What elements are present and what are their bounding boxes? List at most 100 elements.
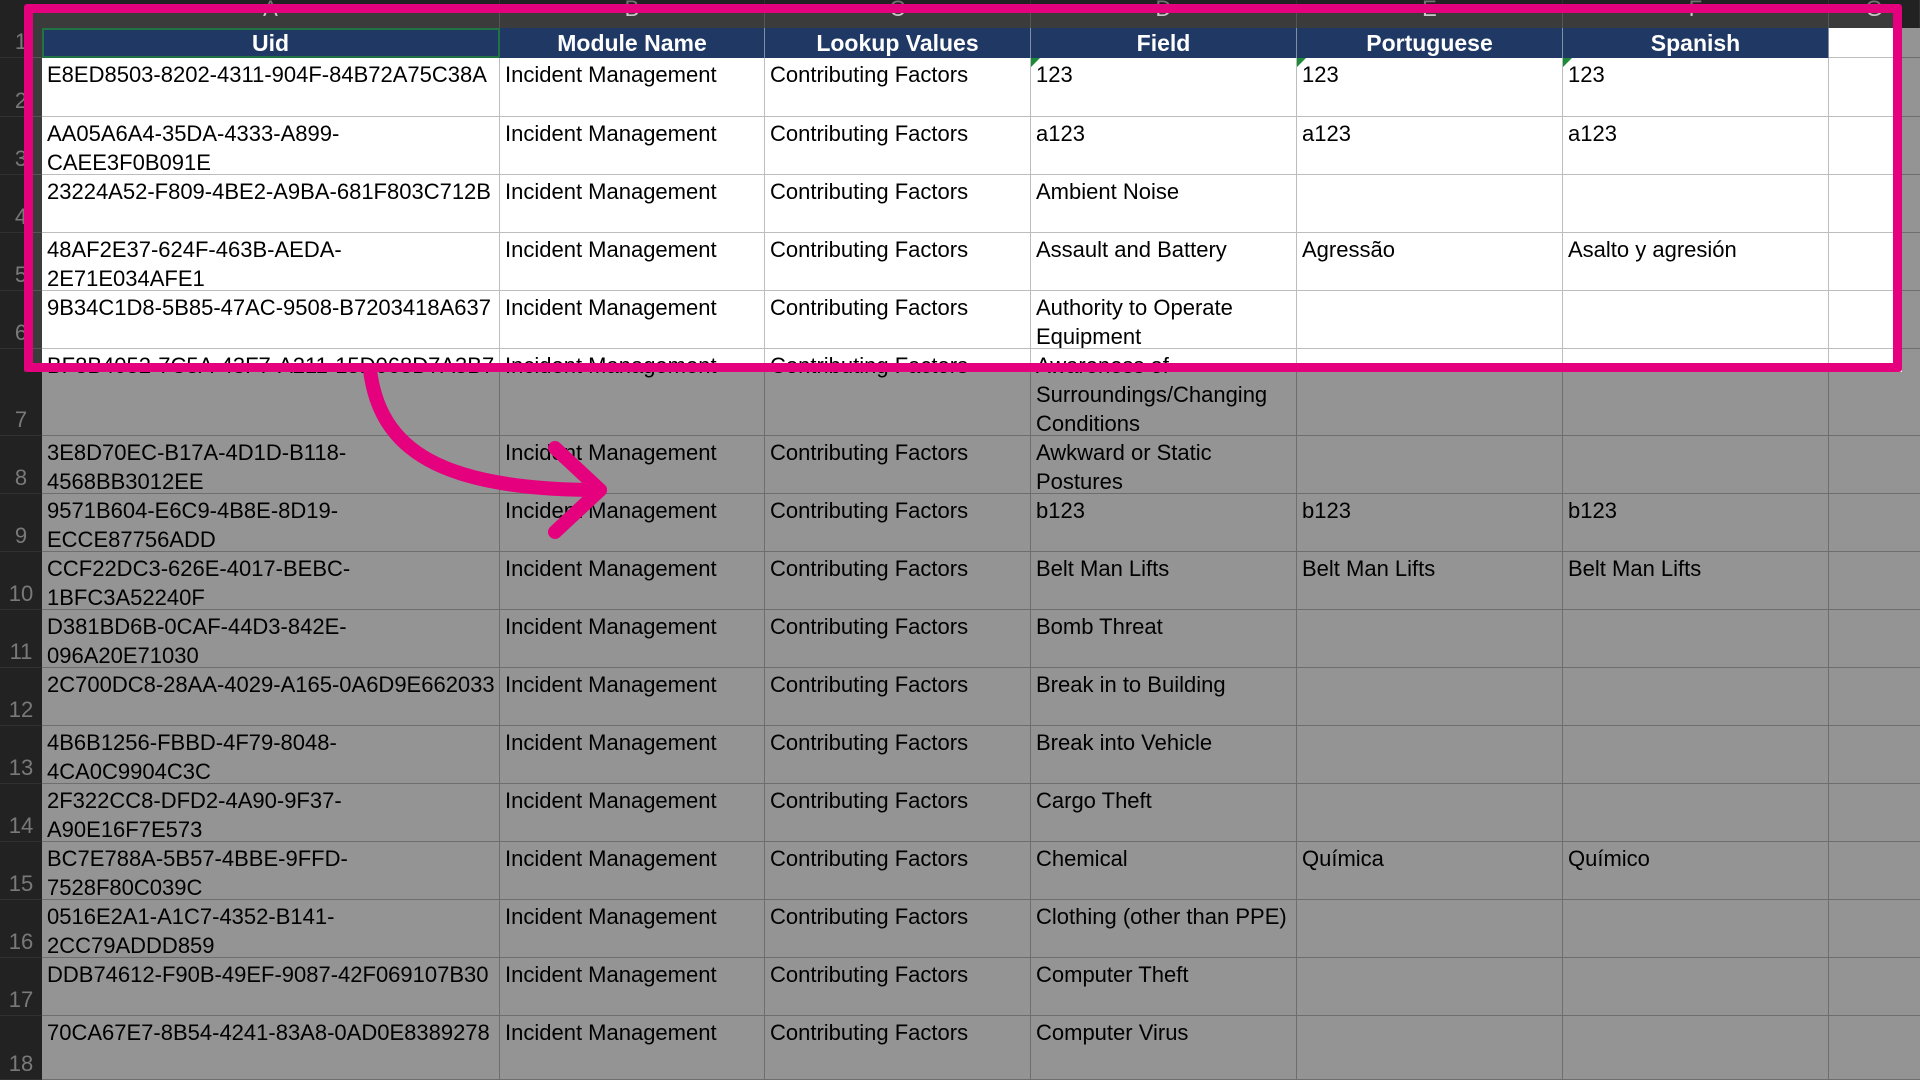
table-cell-uid[interactable]: 70CA67E7-8B54-4241-83A8-0AD0E8389278 [42,1016,500,1080]
table-cell-spanish[interactable] [1563,291,1829,349]
table-cell-module[interactable]: Incident Management [500,1016,765,1080]
empty-cell-g[interactable] [1829,58,1920,117]
header-cell-5[interactable]: Spanish [1563,28,1829,58]
table-cell-portuguese[interactable] [1297,1016,1563,1080]
table-cell-lookup[interactable]: Contributing Factors [765,784,1031,842]
table-cell-lookup[interactable]: Contributing Factors [765,1016,1031,1080]
empty-cell-g[interactable] [1829,958,1920,1016]
table-cell-spanish[interactable] [1563,175,1829,233]
header-cell-0[interactable]: Uid [42,28,500,58]
table-cell-lookup[interactable]: Contributing Factors [765,552,1031,610]
select-all-corner[interactable] [0,0,43,28]
table-cell-spanish[interactable] [1563,436,1829,494]
table-cell-portuguese[interactable] [1297,900,1563,958]
row-number[interactable]: 14 [0,784,42,842]
table-cell-field[interactable]: Bomb Threat [1031,610,1297,668]
row-number[interactable]: 17 [0,958,42,1016]
table-cell-spanish[interactable] [1563,610,1829,668]
header-cell-1[interactable]: Module Name [500,28,765,58]
table-cell-spanish[interactable] [1563,726,1829,784]
row-number[interactable]: 16 [0,900,42,958]
empty-cell-g[interactable] [1829,494,1920,552]
empty-cell-g[interactable] [1829,610,1920,668]
table-cell-spanish[interactable] [1563,900,1829,958]
table-cell-portuguese[interactable]: 123 [1297,58,1563,117]
table-cell-portuguese[interactable] [1297,958,1563,1016]
table-cell-lookup[interactable]: Contributing Factors [765,726,1031,784]
table-cell-portuguese[interactable]: Química [1297,842,1563,900]
table-cell-spanish[interactable] [1563,958,1829,1016]
table-cell-module[interactable]: Incident Management [500,552,765,610]
header-cell-2[interactable]: Lookup Values [765,28,1031,58]
table-cell-field[interactable]: Belt Man Lifts [1031,552,1297,610]
table-cell-uid[interactable]: E8ED8503-8202-4311-904F-84B72A75C38A [42,58,500,117]
table-cell-portuguese[interactable] [1297,784,1563,842]
empty-cell-g[interactable] [1829,1016,1920,1080]
table-cell-uid[interactable]: 4B6B1256-FBBD-4F79-8048-4CA0C9904C3C [42,726,500,784]
table-cell-portuguese[interactable]: b123 [1297,494,1563,552]
table-cell-field[interactable]: Chemical [1031,842,1297,900]
table-cell-field[interactable]: Break in to Building [1031,668,1297,726]
table-cell-module[interactable]: Incident Management [500,726,765,784]
table-cell-field[interactable]: Authority to Operate Equipment [1031,291,1297,349]
empty-cell-g[interactable] [1829,436,1920,494]
table-cell-uid[interactable]: 48AF2E37-624F-463B-AEDA-2E71E034AFE1 [42,233,500,291]
empty-cell-g[interactable] [1829,900,1920,958]
table-cell-module[interactable]: Incident Management [500,58,765,117]
table-cell-portuguese[interactable]: Agressão [1297,233,1563,291]
table-cell-lookup[interactable]: Contributing Factors [765,958,1031,1016]
table-cell-portuguese[interactable]: a123 [1297,117,1563,175]
table-cell-module[interactable]: Incident Management [500,117,765,175]
header-cell-3[interactable]: Field [1031,28,1297,58]
table-cell-field[interactable]: Computer Virus [1031,1016,1297,1080]
table-cell-lookup[interactable]: Contributing Factors [765,175,1031,233]
table-cell-uid[interactable]: 9571B604-E6C9-4B8E-8D19-ECCE87756ADD [42,494,500,552]
table-cell-portuguese[interactable] [1297,291,1563,349]
table-cell-uid[interactable]: CCF22DC3-626E-4017-BEBC-1BFC3A52240F [42,552,500,610]
table-cell-module[interactable]: Incident Management [500,291,765,349]
table-cell-field[interactable]: a123 [1031,117,1297,175]
empty-cell-g[interactable] [1829,28,1920,58]
column-header-a[interactable]: A [42,0,500,28]
table-cell-module[interactable]: Incident Management [500,842,765,900]
empty-cell-g[interactable] [1829,117,1920,175]
column-header-d[interactable]: D [1031,0,1297,28]
table-cell-uid[interactable]: 23224A52-F809-4BE2-A9BA-681F803C712B [42,175,500,233]
empty-cell-g[interactable] [1829,726,1920,784]
row-number[interactable]: 3 [0,117,42,175]
table-cell-module[interactable]: Incident Management [500,668,765,726]
column-header-g[interactable]: G [1829,0,1920,28]
table-cell-spanish[interactable] [1563,1016,1829,1080]
empty-cell-g[interactable] [1829,668,1920,726]
row-number[interactable]: 5 [0,233,42,291]
table-cell-module[interactable]: Incident Management [500,233,765,291]
table-cell-spanish[interactable] [1563,349,1829,436]
row-number[interactable]: 1 [0,28,42,58]
table-cell-field[interactable]: b123 [1031,494,1297,552]
table-cell-uid[interactable]: DDB74612-F90B-49EF-9087-42F069107B30 [42,958,500,1016]
row-number[interactable]: 13 [0,726,42,784]
row-number[interactable]: 11 [0,610,42,668]
table-cell-spanish[interactable]: Belt Man Lifts [1563,552,1829,610]
table-cell-portuguese[interactable] [1297,436,1563,494]
table-cell-spanish[interactable]: Químico [1563,842,1829,900]
empty-cell-g[interactable] [1829,175,1920,233]
empty-cell-g[interactable] [1829,784,1920,842]
table-cell-portuguese[interactable] [1297,175,1563,233]
table-cell-spanish[interactable]: 123 [1563,58,1829,117]
table-cell-module[interactable]: Incident Management [500,494,765,552]
row-number[interactable]: 4 [0,175,42,233]
table-cell-lookup[interactable]: Contributing Factors [765,494,1031,552]
table-cell-uid[interactable]: 2C700DC8-28AA-4029-A165-0A6D9E662033 [42,668,500,726]
table-cell-uid[interactable]: 0516E2A1-A1C7-4352-B141-2CC79ADDD859 [42,900,500,958]
table-cell-lookup[interactable]: Contributing Factors [765,291,1031,349]
table-cell-spanish[interactable]: b123 [1563,494,1829,552]
table-cell-portuguese[interactable] [1297,349,1563,436]
header-cell-4[interactable]: Portuguese [1297,28,1563,58]
table-cell-lookup[interactable]: Contributing Factors [765,349,1031,436]
table-cell-module[interactable]: Incident Management [500,349,765,436]
row-number[interactable]: 18 [0,1016,42,1080]
table-cell-field[interactable]: Awkward or Static Postures [1031,436,1297,494]
row-number[interactable]: 15 [0,842,42,900]
table-cell-module[interactable]: Incident Management [500,175,765,233]
